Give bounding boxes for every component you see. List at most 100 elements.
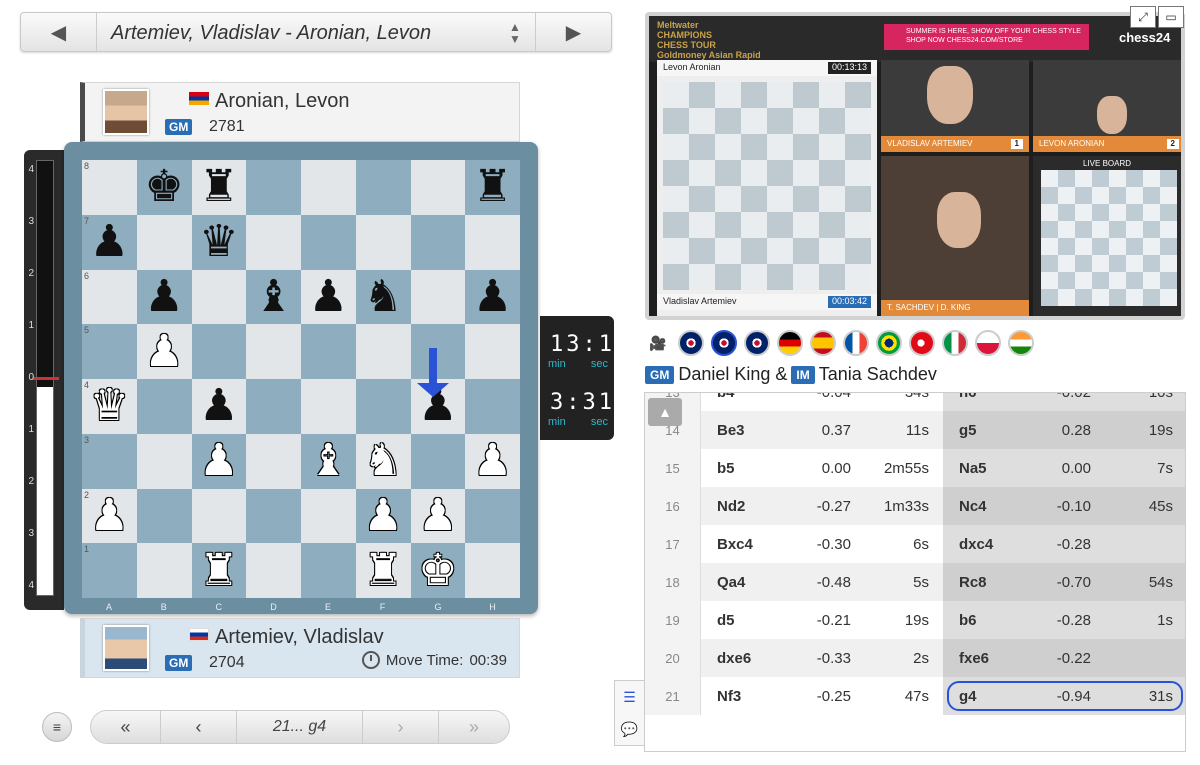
- white-move[interactable]: Bxc4 -0.30 6s: [701, 525, 943, 563]
- black-move[interactable]: g4 -0.94 31s: [943, 677, 1185, 715]
- square-f4[interactable]: [355, 379, 411, 434]
- square-b3[interactable]: [136, 433, 192, 489]
- flag-uk-2[interactable]: [711, 330, 737, 356]
- white-piece[interactable]: ♜: [363, 548, 402, 593]
- square-c2[interactable]: [191, 488, 247, 544]
- black-piece[interactable]: ♜: [473, 165, 512, 209]
- square-c8[interactable]: ♜: [191, 160, 247, 215]
- black-move[interactable]: g5 0.28 19s: [943, 411, 1185, 449]
- square-d6[interactable]: ♝: [246, 269, 301, 325]
- white-move[interactable]: b5 0.00 2m55s: [701, 449, 943, 487]
- square-f1[interactable]: ♜: [355, 543, 411, 598]
- square-a1[interactable]: 1: [82, 543, 137, 598]
- square-f2[interactable]: ♟: [355, 488, 411, 544]
- square-c3[interactable]: ♟: [191, 433, 247, 489]
- white-piece[interactable]: ♟: [418, 493, 457, 538]
- black-piece[interactable]: ♟: [144, 274, 183, 319]
- white-piece[interactable]: ♜: [199, 548, 238, 593]
- move-list[interactable]: 13 b4 -0.04 34s h6 -0.02 10s 14 Be3 0.37 11s g5 0.28…: [644, 392, 1186, 752]
- black-piece[interactable]: ♞: [363, 274, 402, 319]
- chat-view-button[interactable]: 💬: [615, 713, 644, 745]
- flag-uk-1[interactable]: [678, 330, 704, 356]
- square-d3[interactable]: [246, 433, 301, 489]
- square-c4[interactable]: ♟: [191, 379, 247, 434]
- flag-it[interactable]: [942, 330, 968, 356]
- white-move[interactable]: Nd2 -0.27 1m33s: [701, 487, 943, 525]
- white-piece[interactable]: ♟: [199, 439, 238, 483]
- square-c6[interactable]: [191, 269, 247, 325]
- menu-button[interactable]: ≡: [42, 712, 72, 742]
- black-move[interactable]: Rc8 -0.70 54s: [943, 563, 1185, 601]
- scroll-up-button[interactable]: ▲: [648, 398, 682, 426]
- game-dropdown-toggle[interactable]: ▲ ▼: [503, 19, 527, 47]
- white-piece[interactable]: ♞: [363, 439, 402, 483]
- square-c1[interactable]: ♜: [191, 543, 247, 598]
- square-d1[interactable]: [246, 543, 301, 598]
- square-d2[interactable]: [246, 488, 301, 544]
- square-h2[interactable]: [465, 488, 520, 544]
- black-move[interactable]: fxe6 -0.22: [943, 639, 1185, 677]
- white-move[interactable]: dxe6 -0.33 2s: [701, 639, 943, 677]
- square-b1[interactable]: [136, 543, 192, 598]
- white-piece[interactable]: ♟: [90, 493, 129, 538]
- black-piece[interactable]: ♚: [144, 165, 183, 209]
- black-piece[interactable]: ♟: [90, 220, 129, 264]
- flag-tr[interactable]: [909, 330, 935, 356]
- notation-view-button[interactable]: ☰: [615, 681, 644, 713]
- square-c7[interactable]: ♛: [191, 214, 247, 270]
- square-e1[interactable]: [301, 543, 356, 598]
- black-piece[interactable]: ♛: [199, 220, 238, 264]
- flag-fr[interactable]: [843, 330, 869, 356]
- square-a4[interactable]: ♛ 4: [82, 379, 137, 434]
- square-g3[interactable]: [410, 433, 466, 489]
- square-f6[interactable]: ♞: [355, 269, 411, 325]
- square-e4[interactable]: [301, 379, 356, 434]
- square-h3[interactable]: ♟: [465, 433, 520, 489]
- square-f3[interactable]: ♞: [355, 433, 411, 489]
- square-g6[interactable]: [410, 269, 466, 325]
- black-piece[interactable]: ♝: [254, 274, 293, 319]
- white-piece[interactable]: ♟: [144, 329, 183, 374]
- square-h4[interactable]: [465, 379, 520, 434]
- square-c5[interactable]: [191, 324, 247, 379]
- square-g2[interactable]: ♟: [410, 488, 466, 544]
- black-move[interactable]: h6 -0.02 10s: [943, 393, 1185, 411]
- black-move[interactable]: Nc4 -0.10 45s: [943, 487, 1185, 525]
- square-e5[interactable]: [301, 324, 356, 379]
- popout-button[interactable]: ⤢: [1130, 6, 1156, 28]
- square-e8[interactable]: [301, 160, 356, 215]
- white-piece[interactable]: ♛: [90, 384, 129, 428]
- maximize-button[interactable]: ▭: [1158, 6, 1184, 28]
- square-a5[interactable]: 5: [82, 324, 137, 379]
- square-g7[interactable]: [410, 214, 466, 270]
- white-move[interactable]: d5 -0.21 19s: [701, 601, 943, 639]
- square-d8[interactable]: [246, 160, 301, 215]
- first-move-button[interactable]: «: [91, 711, 161, 743]
- square-g5[interactable]: [410, 324, 466, 379]
- square-b8[interactable]: ♚: [136, 160, 192, 215]
- square-a8[interactable]: 8: [82, 160, 137, 215]
- next-game-button[interactable]: ▶: [535, 13, 611, 51]
- camera-icon[interactable]: 🎥: [645, 330, 671, 356]
- flag-in[interactable]: [1008, 330, 1034, 356]
- white-piece[interactable]: ♟: [363, 493, 402, 538]
- square-g8[interactable]: [410, 160, 466, 215]
- square-h1[interactable]: [465, 543, 520, 598]
- square-b6[interactable]: ♟: [136, 269, 192, 325]
- flag-pl[interactable]: [975, 330, 1001, 356]
- square-d5[interactable]: [246, 324, 301, 379]
- square-f5[interactable]: [355, 324, 411, 379]
- square-a7[interactable]: ♟ 7: [82, 214, 137, 270]
- last-move-button[interactable]: »: [439, 711, 509, 743]
- square-e7[interactable]: [301, 214, 356, 270]
- square-h6[interactable]: ♟: [465, 269, 520, 325]
- square-h8[interactable]: ♜: [465, 160, 520, 215]
- square-a6[interactable]: 6: [82, 269, 137, 325]
- square-d4[interactable]: [246, 379, 301, 434]
- next-move-button[interactable]: ›: [363, 711, 439, 743]
- prev-move-button[interactable]: ‹: [161, 711, 237, 743]
- white-move[interactable]: b4 -0.04 34s: [701, 393, 943, 411]
- black-piece[interactable]: ♟: [473, 274, 512, 319]
- square-f8[interactable]: [355, 160, 411, 215]
- square-e2[interactable]: [301, 488, 356, 544]
